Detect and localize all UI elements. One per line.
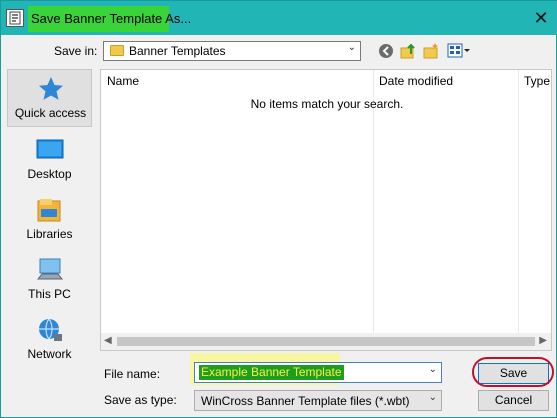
- save-as-type-dropdown[interactable]: WinCross Banner Template files (*.wbt) ⌄: [194, 390, 442, 411]
- app-icon: [6, 9, 24, 27]
- new-folder-icon[interactable]: [422, 42, 440, 60]
- column-header-date-modified[interactable]: Date modified: [379, 70, 453, 92]
- save-in-dropdown[interactable]: Banner Templates ⌄: [103, 41, 361, 61]
- file-name-value: Example Banner Template: [199, 365, 344, 380]
- empty-message: No items match your search.: [250, 97, 404, 111]
- title-bar[interactable]: Save Banner Template As... ✕: [1, 1, 557, 35]
- star-icon: [37, 76, 65, 102]
- column-header-name[interactable]: Name: [107, 70, 139, 92]
- file-list[interactable]: ⌃ Name Date modified Type No items match…: [100, 69, 552, 351]
- scroll-left-icon[interactable]: ◀: [104, 335, 112, 346]
- place-desktop[interactable]: Desktop: [7, 131, 92, 189]
- cancel-button[interactable]: Cancel: [478, 390, 549, 411]
- window-title: Save Banner Template As...: [31, 11, 192, 26]
- save-dialog: Save Banner Template As... ✕ Save in: Ba…: [0, 0, 557, 418]
- column-divider[interactable]: [518, 70, 519, 350]
- place-network[interactable]: Network: [7, 311, 92, 369]
- place-label: Quick access: [14, 106, 87, 120]
- place-label: Network: [27, 347, 72, 361]
- place-label: Desktop: [27, 167, 72, 181]
- back-icon[interactable]: [377, 42, 395, 60]
- horizontal-scrollbar[interactable]: ◀ ▶: [101, 333, 551, 350]
- network-icon: [36, 317, 64, 343]
- save-as-type-label: Save as type:: [104, 393, 177, 407]
- column-divider[interactable]: [373, 70, 374, 350]
- place-this-pc[interactable]: This PC: [7, 251, 92, 309]
- save-button-annotation-ring: [472, 357, 554, 387]
- sort-caret-icon: ⌃: [232, 69, 241, 77]
- file-name-label: File name:: [104, 367, 161, 381]
- column-header-type[interactable]: Type: [524, 70, 550, 92]
- close-button[interactable]: ✕: [529, 7, 553, 29]
- folder-icon: [110, 45, 124, 56]
- save-in-label: Save in:: [54, 44, 98, 58]
- chevron-down-icon[interactable]: ⌄: [429, 364, 437, 375]
- place-label: Libraries: [26, 227, 73, 241]
- scroll-right-icon[interactable]: ▶: [539, 335, 547, 346]
- place-quick-access[interactable]: Quick access: [7, 69, 92, 127]
- chevron-down-icon: ⌄: [428, 392, 437, 403]
- libraries-icon: [36, 197, 64, 223]
- place-label: This PC: [28, 287, 71, 301]
- save-in-value: Banner Templates: [129, 44, 226, 58]
- desktop-icon: [36, 137, 64, 163]
- file-name-field[interactable]: Example Banner Template ⌄: [194, 362, 442, 383]
- place-libraries[interactable]: Libraries: [7, 191, 92, 249]
- views-menu-icon[interactable]: [447, 42, 470, 60]
- up-folder-icon[interactable]: [399, 42, 417, 60]
- computer-icon: [36, 257, 64, 283]
- places-bar: Quick access Desktop Libraries This PC N…: [7, 69, 92, 381]
- save-as-type-value: WinCross Banner Template files (*.wbt): [201, 394, 410, 408]
- scrollbar-thumb[interactable]: [117, 337, 535, 346]
- chevron-down-icon: ⌄: [347, 42, 356, 53]
